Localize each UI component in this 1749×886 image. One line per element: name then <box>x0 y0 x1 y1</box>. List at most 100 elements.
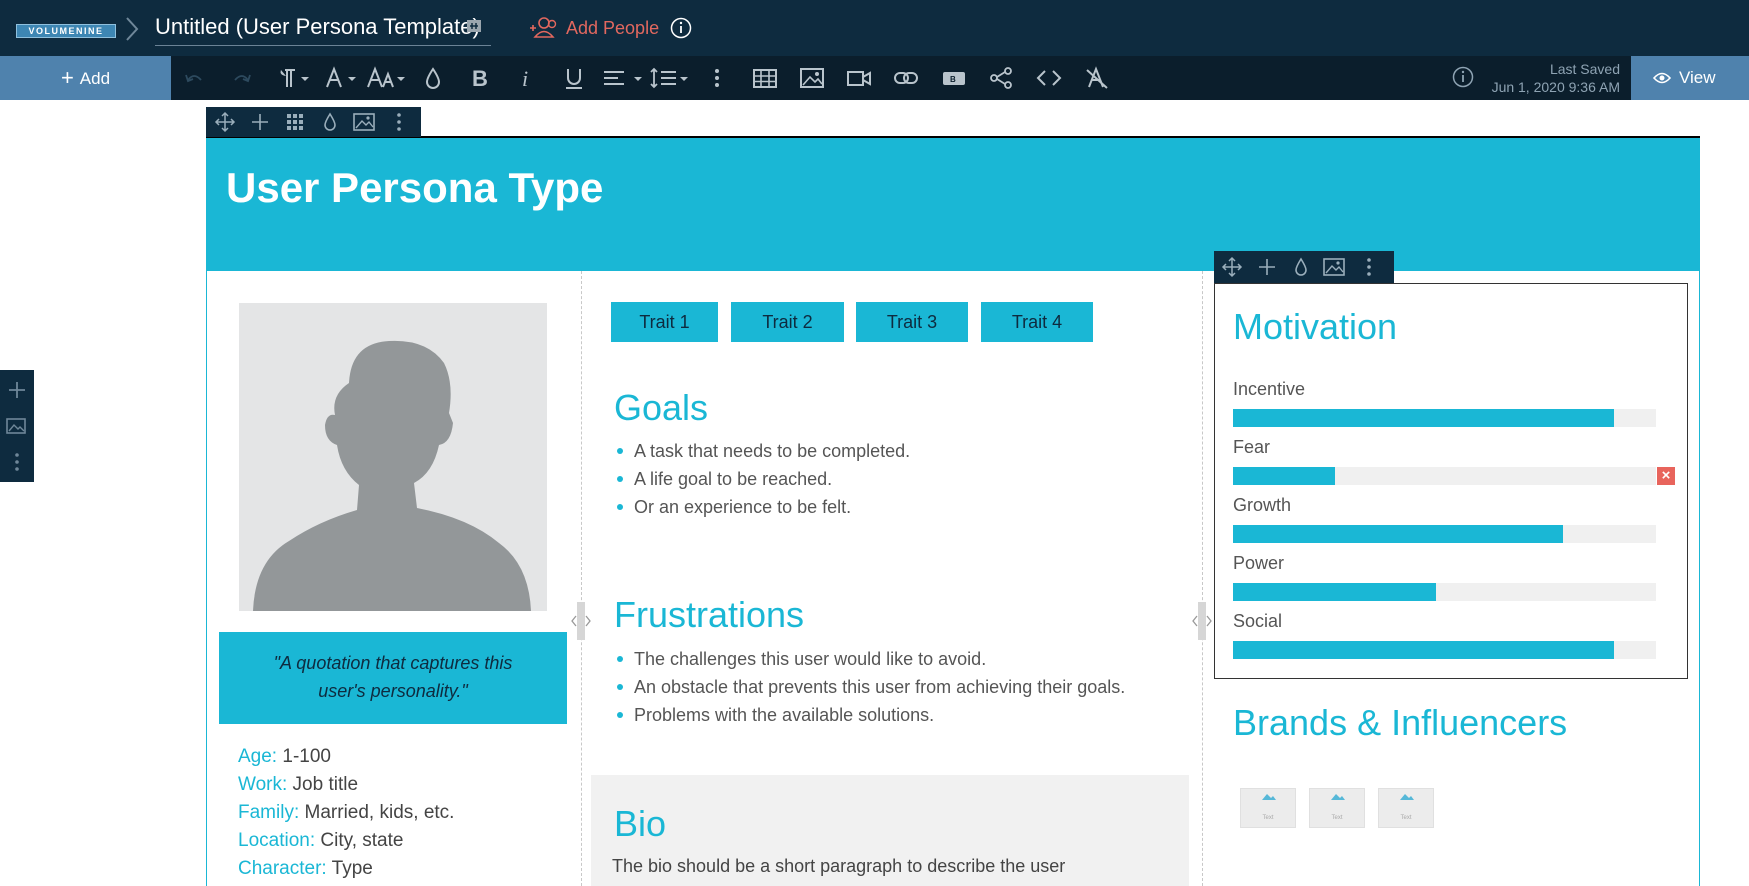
app-logo[interactable]: VOLUMENINE <box>16 24 116 38</box>
svg-text:i: i <box>522 66 528 91</box>
paragraph-icon[interactable] <box>275 64 313 92</box>
clear-format-icon[interactable] <box>1083 64 1111 92</box>
view-button[interactable]: View <box>1631 56 1749 100</box>
fill-color-icon[interactable] <box>319 111 341 133</box>
document-title[interactable]: Untitled (User Persona Template) <box>155 12 480 42</box>
brand-logo-placeholder[interactable]: Text <box>1378 788 1434 828</box>
info-value: Married, kids, etc. <box>304 802 455 823</box>
brand-logo-placeholder[interactable]: Text <box>1309 788 1365 828</box>
plus-icon: + <box>60 65 74 90</box>
frustrations-list[interactable]: The challenges this user would like to a… <box>614 645 1125 729</box>
background-image-icon[interactable] <box>4 414 28 438</box>
trait-tag-3[interactable]: Trait 3 <box>856 302 968 342</box>
last-saved-time: Jun 1, 2020 9:36 AM <box>1491 79 1620 95</box>
column-divider <box>1202 271 1203 886</box>
fill-color-icon[interactable] <box>1290 256 1312 278</box>
redo-icon[interactable] <box>228 64 256 92</box>
bold-icon[interactable]: B <box>466 64 492 92</box>
move-icon[interactable] <box>1221 256 1243 278</box>
info-character[interactable]: Character: Type <box>238 855 373 883</box>
image-icon[interactable] <box>798 64 826 92</box>
page-title[interactable]: User Persona Type <box>226 160 603 216</box>
brand-logo-text: Text <box>1331 815 1343 821</box>
info-age[interactable]: Age: 1-100 <box>238 743 331 771</box>
motivation-bar-growth[interactable] <box>1233 525 1656 543</box>
persona-quote[interactable]: "A quotation that captures this user's p… <box>219 632 567 724</box>
text-color-icon[interactable] <box>420 64 446 92</box>
table-icon[interactable] <box>751 64 779 92</box>
code-icon[interactable] <box>1035 64 1063 92</box>
info-label: Work: <box>238 774 288 795</box>
view-label: View <box>1679 68 1716 87</box>
bar-fill <box>1233 583 1437 601</box>
move-icon[interactable] <box>214 111 236 133</box>
more-icon[interactable] <box>708 64 726 92</box>
brand-logo-text: Text <box>1400 815 1412 821</box>
add-block-button[interactable]: + Add <box>0 56 171 100</box>
motivation-bar-social[interactable] <box>1233 641 1656 659</box>
add-people-label: Add People <box>566 18 660 38</box>
background-image-icon[interactable] <box>352 111 376 133</box>
image-placeholder-icon <box>1400 794 1414 800</box>
button-icon[interactable]: B <box>940 64 968 92</box>
bar-fill <box>1233 525 1563 543</box>
more-options-icon[interactable] <box>391 111 407 133</box>
add-people-button[interactable]: Add People <box>528 15 659 41</box>
trait-tag-1[interactable]: Trait 1 <box>611 302 718 342</box>
align-icon[interactable] <box>600 64 646 92</box>
image-placeholder-icon <box>1262 794 1276 800</box>
motivation-label-fear: Fear <box>1233 437 1271 457</box>
info-location[interactable]: Location: City, state <box>238 827 403 855</box>
motivation-bar-power[interactable] <box>1233 583 1656 601</box>
info-work[interactable]: Work: Job title <box>238 771 358 799</box>
italic-icon[interactable]: i <box>514 64 540 92</box>
goals-heading[interactable]: Goals <box>614 386 708 430</box>
svg-text:B: B <box>950 75 956 84</box>
line-height-icon[interactable] <box>648 64 694 92</box>
plus-icon[interactable] <box>1256 256 1278 278</box>
delete-bar-button[interactable]: × <box>1657 467 1675 485</box>
motivation-label-growth: Growth <box>1233 495 1292 515</box>
image-placeholder-icon <box>1331 794 1345 800</box>
trait-tag-4[interactable]: Trait 4 <box>981 302 1093 342</box>
resize-arrows-icon <box>1192 615 1212 627</box>
motivation-label-power: Power <box>1233 553 1285 573</box>
last-saved-label: Last Saved <box>1549 61 1620 77</box>
block-toolbar <box>1214 251 1394 283</box>
motivation-heading[interactable]: Motivation <box>1233 305 1397 349</box>
bio-heading[interactable]: Bio <box>614 802 666 846</box>
background-image-icon[interactable] <box>1322 256 1346 278</box>
undo-icon[interactable] <box>180 64 208 92</box>
bar-fill <box>1233 409 1614 427</box>
more-options-icon[interactable] <box>5 450 29 474</box>
avatar-silhouette-icon <box>253 340 531 611</box>
underline-icon[interactable] <box>561 64 587 92</box>
brand-logo-placeholder[interactable]: Text <box>1240 788 1296 828</box>
info-icon[interactable] <box>670 17 692 39</box>
motivation-label-incentive: Incentive <box>1233 379 1306 399</box>
trait-tag-2[interactable]: Trait 2 <box>731 302 844 342</box>
link-icon[interactable] <box>892 64 920 92</box>
share-icon[interactable] <box>987 64 1015 92</box>
grid-icon[interactable] <box>284 111 306 133</box>
add-block-label: Add <box>79 69 111 88</box>
motivation-bar-fear[interactable] <box>1233 467 1656 485</box>
font-icon[interactable] <box>322 64 360 92</box>
bio-text[interactable]: The bio should be a short paragraph to d… <box>612 852 1065 880</box>
persona-photo-placeholder[interactable] <box>239 303 547 611</box>
font-size-icon[interactable] <box>365 64 409 92</box>
plus-icon[interactable] <box>249 111 271 133</box>
brands-heading[interactable]: Brands & Influencers <box>1233 701 1567 745</box>
video-icon[interactable] <box>845 64 873 92</box>
frustrations-heading[interactable]: Frustrations <box>614 593 804 637</box>
info-label: Character: <box>238 858 327 879</box>
motivation-bar-incentive[interactable] <box>1233 409 1656 427</box>
edit-title-icon[interactable] <box>466 18 482 34</box>
more-options-icon[interactable] <box>1361 256 1377 278</box>
goals-list[interactable]: A task that needs to be completed. A lif… <box>614 437 910 521</box>
info-label: Location: <box>238 830 316 851</box>
add-row-icon[interactable] <box>5 378 29 402</box>
selected-section-outline <box>206 136 1700 138</box>
resize-arrows-icon <box>571 615 591 627</box>
info-family[interactable]: Family: Married, kids, etc. <box>238 799 454 827</box>
